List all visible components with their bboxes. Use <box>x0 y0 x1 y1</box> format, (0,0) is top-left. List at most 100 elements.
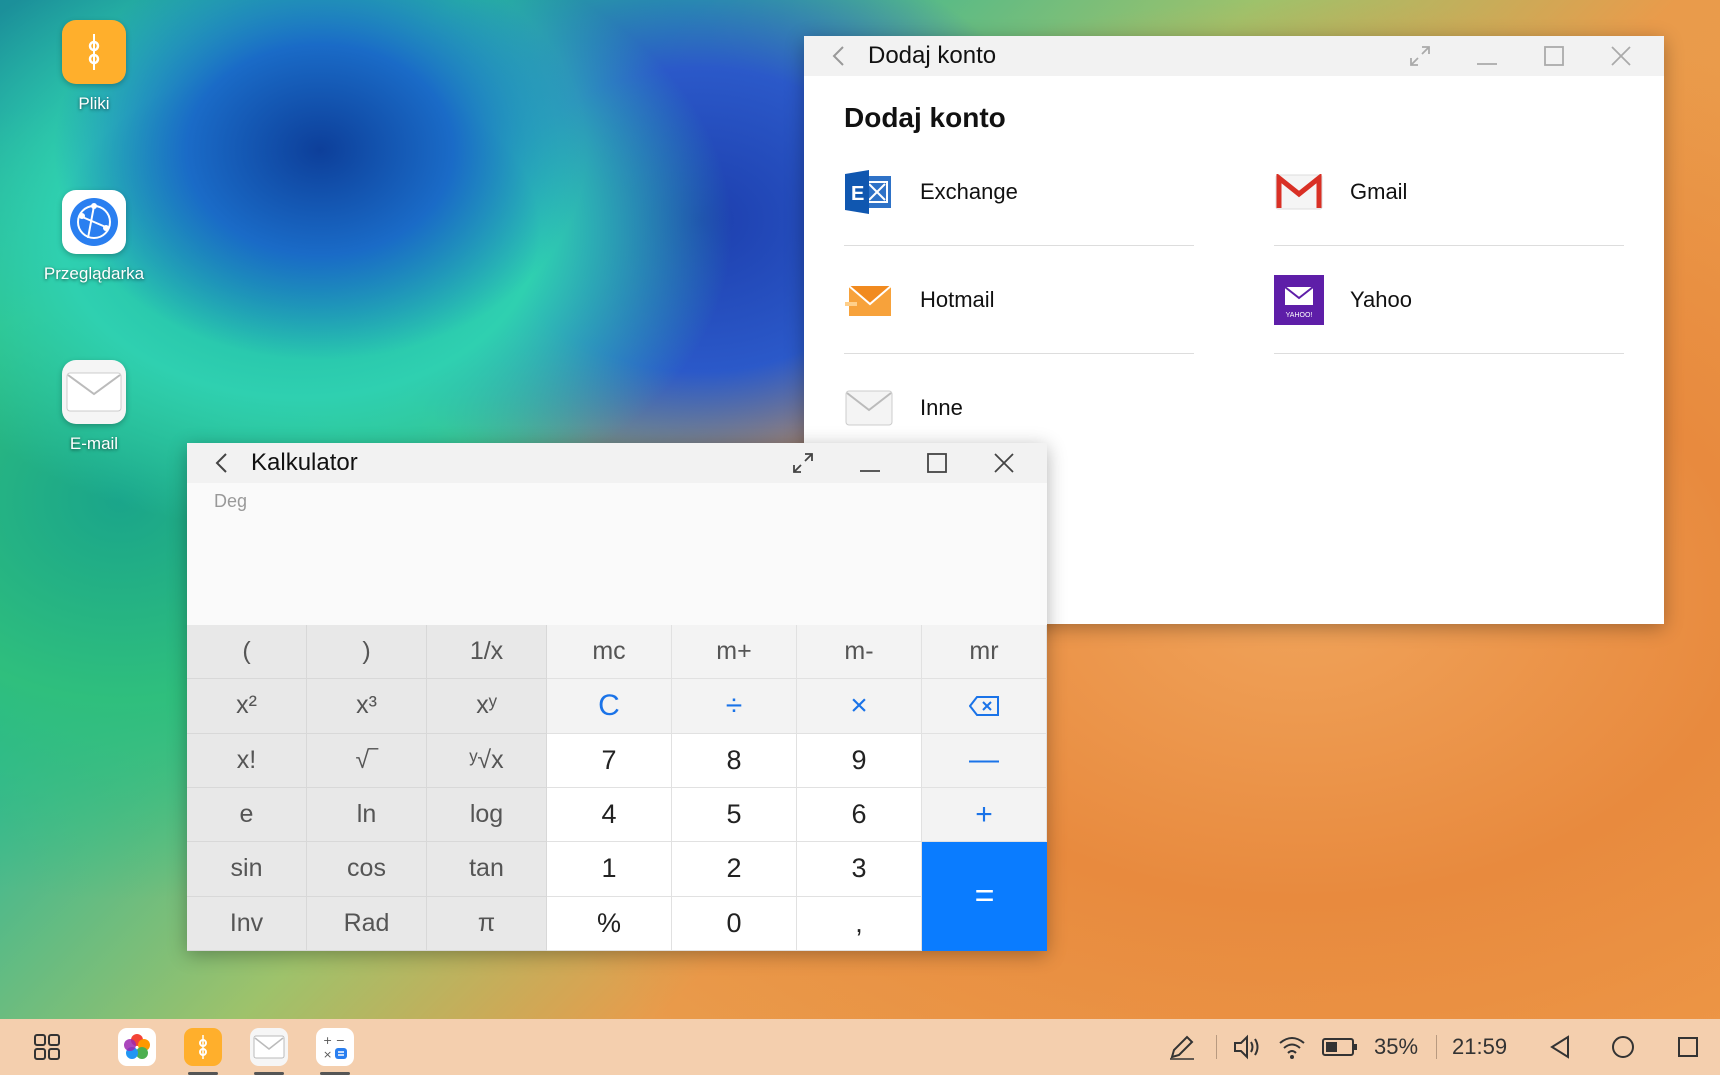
key-reciprocal[interactable]: 1/x <box>427 625 547 680</box>
hotmail-icon <box>844 275 894 325</box>
maximize-icon[interactable] <box>903 443 970 483</box>
key-cos[interactable]: cos <box>307 842 427 897</box>
files-app-icon[interactable] <box>184 1028 222 1075</box>
key-power[interactable]: xʸ <box>427 679 547 734</box>
other-mail-icon <box>844 383 894 433</box>
key-yroot[interactable]: ʸ√x <box>427 733 547 788</box>
page-title: Dodaj konto <box>844 102 1006 133</box>
key-3[interactable]: 3 <box>797 842 922 897</box>
key-open-paren[interactable]: ( <box>187 625 307 680</box>
key-ln[interactable]: ln <box>307 787 427 843</box>
desktop-icon-label: Przeglądarka <box>43 264 145 283</box>
close-icon[interactable] <box>970 443 1037 483</box>
gmail-icon <box>1274 167 1324 217</box>
key-8[interactable]: 8 <box>672 733 797 788</box>
key-multiply[interactable]: × <box>797 679 922 734</box>
key-backspace[interactable] <box>922 679 1047 734</box>
key-equals[interactable]: = <box>922 842 1047 951</box>
maximize-icon[interactable] <box>1520 36 1587 76</box>
key-inverse[interactable]: Inv <box>187 896 307 951</box>
key-close-paren[interactable]: ) <box>307 625 427 680</box>
key-2[interactable]: 2 <box>672 842 797 897</box>
minimize-icon[interactable] <box>1453 36 1520 76</box>
wifi-icon[interactable] <box>1278 1019 1306 1075</box>
key-rad[interactable]: Rad <box>307 896 427 951</box>
close-icon[interactable] <box>1587 36 1654 76</box>
pen-icon[interactable] <box>1168 1019 1196 1075</box>
key-plus[interactable]: + <box>922 787 1047 843</box>
back-arrow-icon[interactable] <box>201 443 241 483</box>
calculator-keypad: ( ) 1/x mc m+ m- mr x² x³ xʸ C ÷ × x! √‾… <box>187 625 1047 951</box>
account-name: Gmail <box>1350 178 1408 204</box>
account-name: Yahoo <box>1350 286 1412 312</box>
title-bar: Dodaj konto <box>804 36 1664 76</box>
key-divide[interactable]: ÷ <box>672 679 797 734</box>
key-sin[interactable]: sin <box>187 842 307 897</box>
recents-nav-icon[interactable] <box>1676 1019 1700 1075</box>
account-name: Exchange <box>920 178 1018 204</box>
account-name: Inne <box>920 395 963 420</box>
volume-icon[interactable] <box>1232 1019 1262 1075</box>
exchange-icon: E <box>844 167 894 217</box>
desktop-icon-label: Pliki <box>78 94 110 113</box>
key-factorial[interactable]: x! <box>187 733 307 788</box>
angle-mode-indicator: Deg <box>214 491 248 511</box>
window-title: Dodaj konto <box>868 42 997 69</box>
account-option-yahoo[interactable]: YAHOO! Yahoo <box>1274 246 1624 354</box>
battery-icon[interactable] <box>1322 1019 1358 1075</box>
folder-icon <box>62 20 126 84</box>
clock[interactable]: 21:59 <box>1452 1019 1507 1075</box>
svg-text:E: E <box>851 183 864 205</box>
key-sqrt[interactable]: √‾ <box>307 733 427 788</box>
key-comma[interactable]: , <box>797 896 922 951</box>
fullscreen-icon[interactable] <box>769 443 836 483</box>
minimize-icon[interactable] <box>836 443 903 483</box>
calculator-app-icon[interactable]: + − × <box>316 1028 354 1075</box>
key-log[interactable]: log <box>427 787 547 843</box>
backspace-icon <box>969 695 999 716</box>
fullscreen-icon[interactable] <box>1386 36 1453 76</box>
svg-text:+ −: + − <box>323 1034 345 1047</box>
key-cube[interactable]: x³ <box>307 679 427 734</box>
battery-percent: 35% <box>1374 1034 1419 1059</box>
key-6[interactable]: 6 <box>797 787 922 843</box>
calculator-display: Deg <box>187 483 1047 625</box>
desktop-icon-email[interactable]: E-mail <box>34 360 154 454</box>
key-1[interactable]: 1 <box>547 842 672 897</box>
calculator-window: Kalkulator Deg ( ) 1/x mc m+ m- mr x² x³… <box>187 443 1047 951</box>
key-4[interactable]: 4 <box>547 787 672 843</box>
title-bar: Kalkulator <box>187 443 1047 483</box>
key-9[interactable]: 9 <box>797 733 922 788</box>
key-euler[interactable]: e <box>187 787 307 843</box>
key-0[interactable]: 0 <box>672 896 797 951</box>
back-arrow-icon[interactable] <box>818 36 858 76</box>
key-clear[interactable]: C <box>547 679 672 734</box>
desktop-icon-browser[interactable]: Przeglądarka <box>34 190 154 284</box>
key-square[interactable]: x² <box>187 679 307 734</box>
browser-icon <box>62 190 126 254</box>
key-5[interactable]: 5 <box>672 787 797 843</box>
key-pi[interactable]: π <box>427 896 547 951</box>
account-option-exchange[interactable]: E Exchange <box>844 138 1194 246</box>
key-memory-add[interactable]: m+ <box>672 625 797 680</box>
yahoo-logo-text: YAHOO! <box>1286 312 1313 319</box>
account-option-hotmail[interactable]: Hotmail <box>844 246 1194 354</box>
home-nav-icon[interactable] <box>1610 1019 1636 1075</box>
key-memory-subtract[interactable]: m- <box>797 625 922 680</box>
mail-icon <box>62 360 126 424</box>
account-option-gmail[interactable]: Gmail <box>1274 138 1624 246</box>
email-app-icon[interactable] <box>250 1028 288 1075</box>
back-nav-icon[interactable] <box>1548 1019 1572 1075</box>
key-7[interactable]: 7 <box>547 733 672 788</box>
desktop-icon-files[interactable]: Pliki <box>34 20 154 114</box>
svg-text:×: × <box>323 1048 332 1061</box>
key-tan[interactable]: tan <box>427 842 547 897</box>
app-grid-icon[interactable] <box>28 1028 66 1066</box>
yahoo-icon: YAHOO! <box>1274 274 1324 325</box>
key-memory-clear[interactable]: mc <box>547 625 672 680</box>
key-percent[interactable]: % <box>547 896 672 951</box>
gallery-app-icon[interactable] <box>118 1028 156 1066</box>
desktop-icon-label: E-mail <box>69 434 119 453</box>
key-memory-recall[interactable]: mr <box>922 625 1047 680</box>
key-minus[interactable]: — <box>922 733 1047 788</box>
